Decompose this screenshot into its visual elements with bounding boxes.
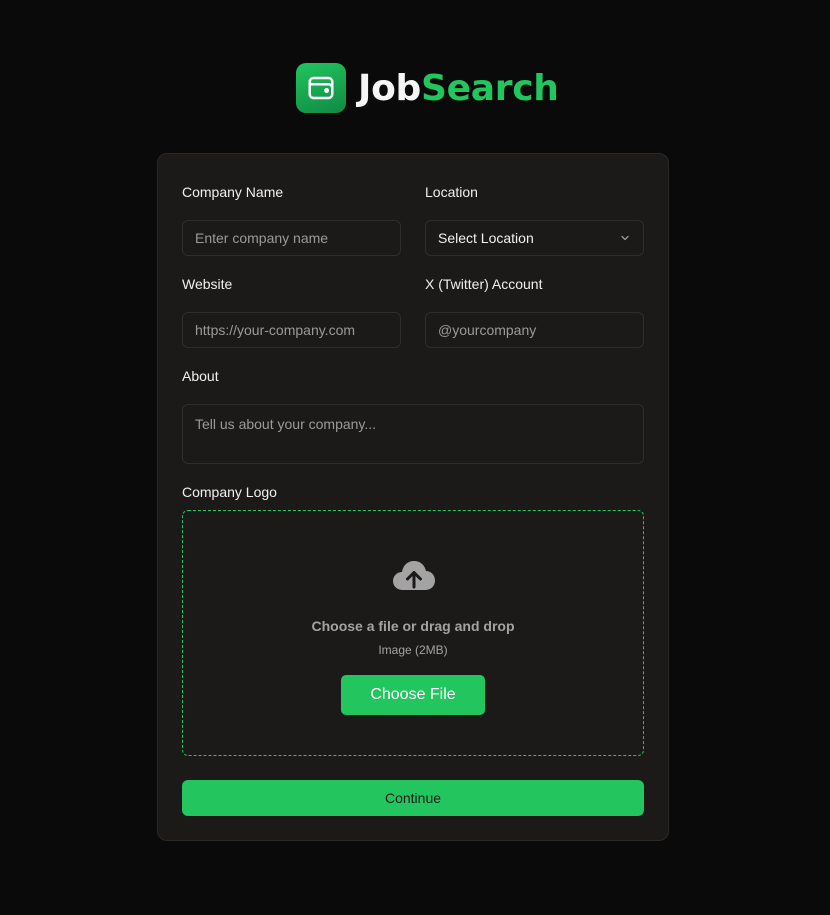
twitter-placeholder: @yourcompany xyxy=(438,322,537,338)
logo-dropzone[interactable]: Choose a file or drag and drop Image (2M… xyxy=(182,510,644,756)
chevron-down-icon xyxy=(621,235,629,241)
brand-name: JobSearch xyxy=(358,68,559,109)
continue-button[interactable]: Continue xyxy=(182,780,644,816)
about-textarea[interactable]: Tell us about your company... xyxy=(182,404,644,464)
company-logo-label: Company Logo xyxy=(182,484,277,500)
company-name-input[interactable]: Enter company name xyxy=(182,220,401,256)
location-select[interactable]: Select Location xyxy=(425,220,644,256)
brand-name-part2: Search xyxy=(421,67,559,109)
about-label: About xyxy=(182,368,219,384)
company-name-label: Company Name xyxy=(182,184,284,200)
company-form-card: Company Name Enter company name Location… xyxy=(157,153,669,841)
twitter-label: X (Twitter) Account xyxy=(425,276,543,292)
twitter-input[interactable]: @yourcompany xyxy=(425,312,644,348)
brand-logo: JobSearch xyxy=(296,63,559,113)
choose-file-button[interactable]: Choose File xyxy=(341,675,485,715)
cloud-upload-icon xyxy=(393,561,435,590)
location-field: Location Select Location xyxy=(425,183,644,256)
location-label: Location xyxy=(425,184,478,200)
about-field: About Tell us about your company... xyxy=(182,367,644,464)
dropzone-title: Choose a file or drag and drop xyxy=(311,618,515,634)
about-placeholder: Tell us about your company... xyxy=(195,416,377,432)
twitter-field: X (Twitter) Account @yourcompany xyxy=(425,275,644,348)
website-field: Website https://your-company.com xyxy=(182,275,401,348)
website-input[interactable]: https://your-company.com xyxy=(182,312,401,348)
wallet-icon xyxy=(296,63,346,113)
company-name-placeholder: Enter company name xyxy=(195,230,329,246)
website-placeholder: https://your-company.com xyxy=(195,322,356,338)
website-label: Website xyxy=(182,276,233,292)
brand-name-part1: Job xyxy=(358,67,421,109)
company-logo-field: Company Logo xyxy=(182,483,277,501)
dropzone-subtitle: Image (2MB) xyxy=(378,643,448,657)
company-name-field: Company Name Enter company name xyxy=(182,183,401,256)
location-select-value: Select Location xyxy=(438,230,534,246)
